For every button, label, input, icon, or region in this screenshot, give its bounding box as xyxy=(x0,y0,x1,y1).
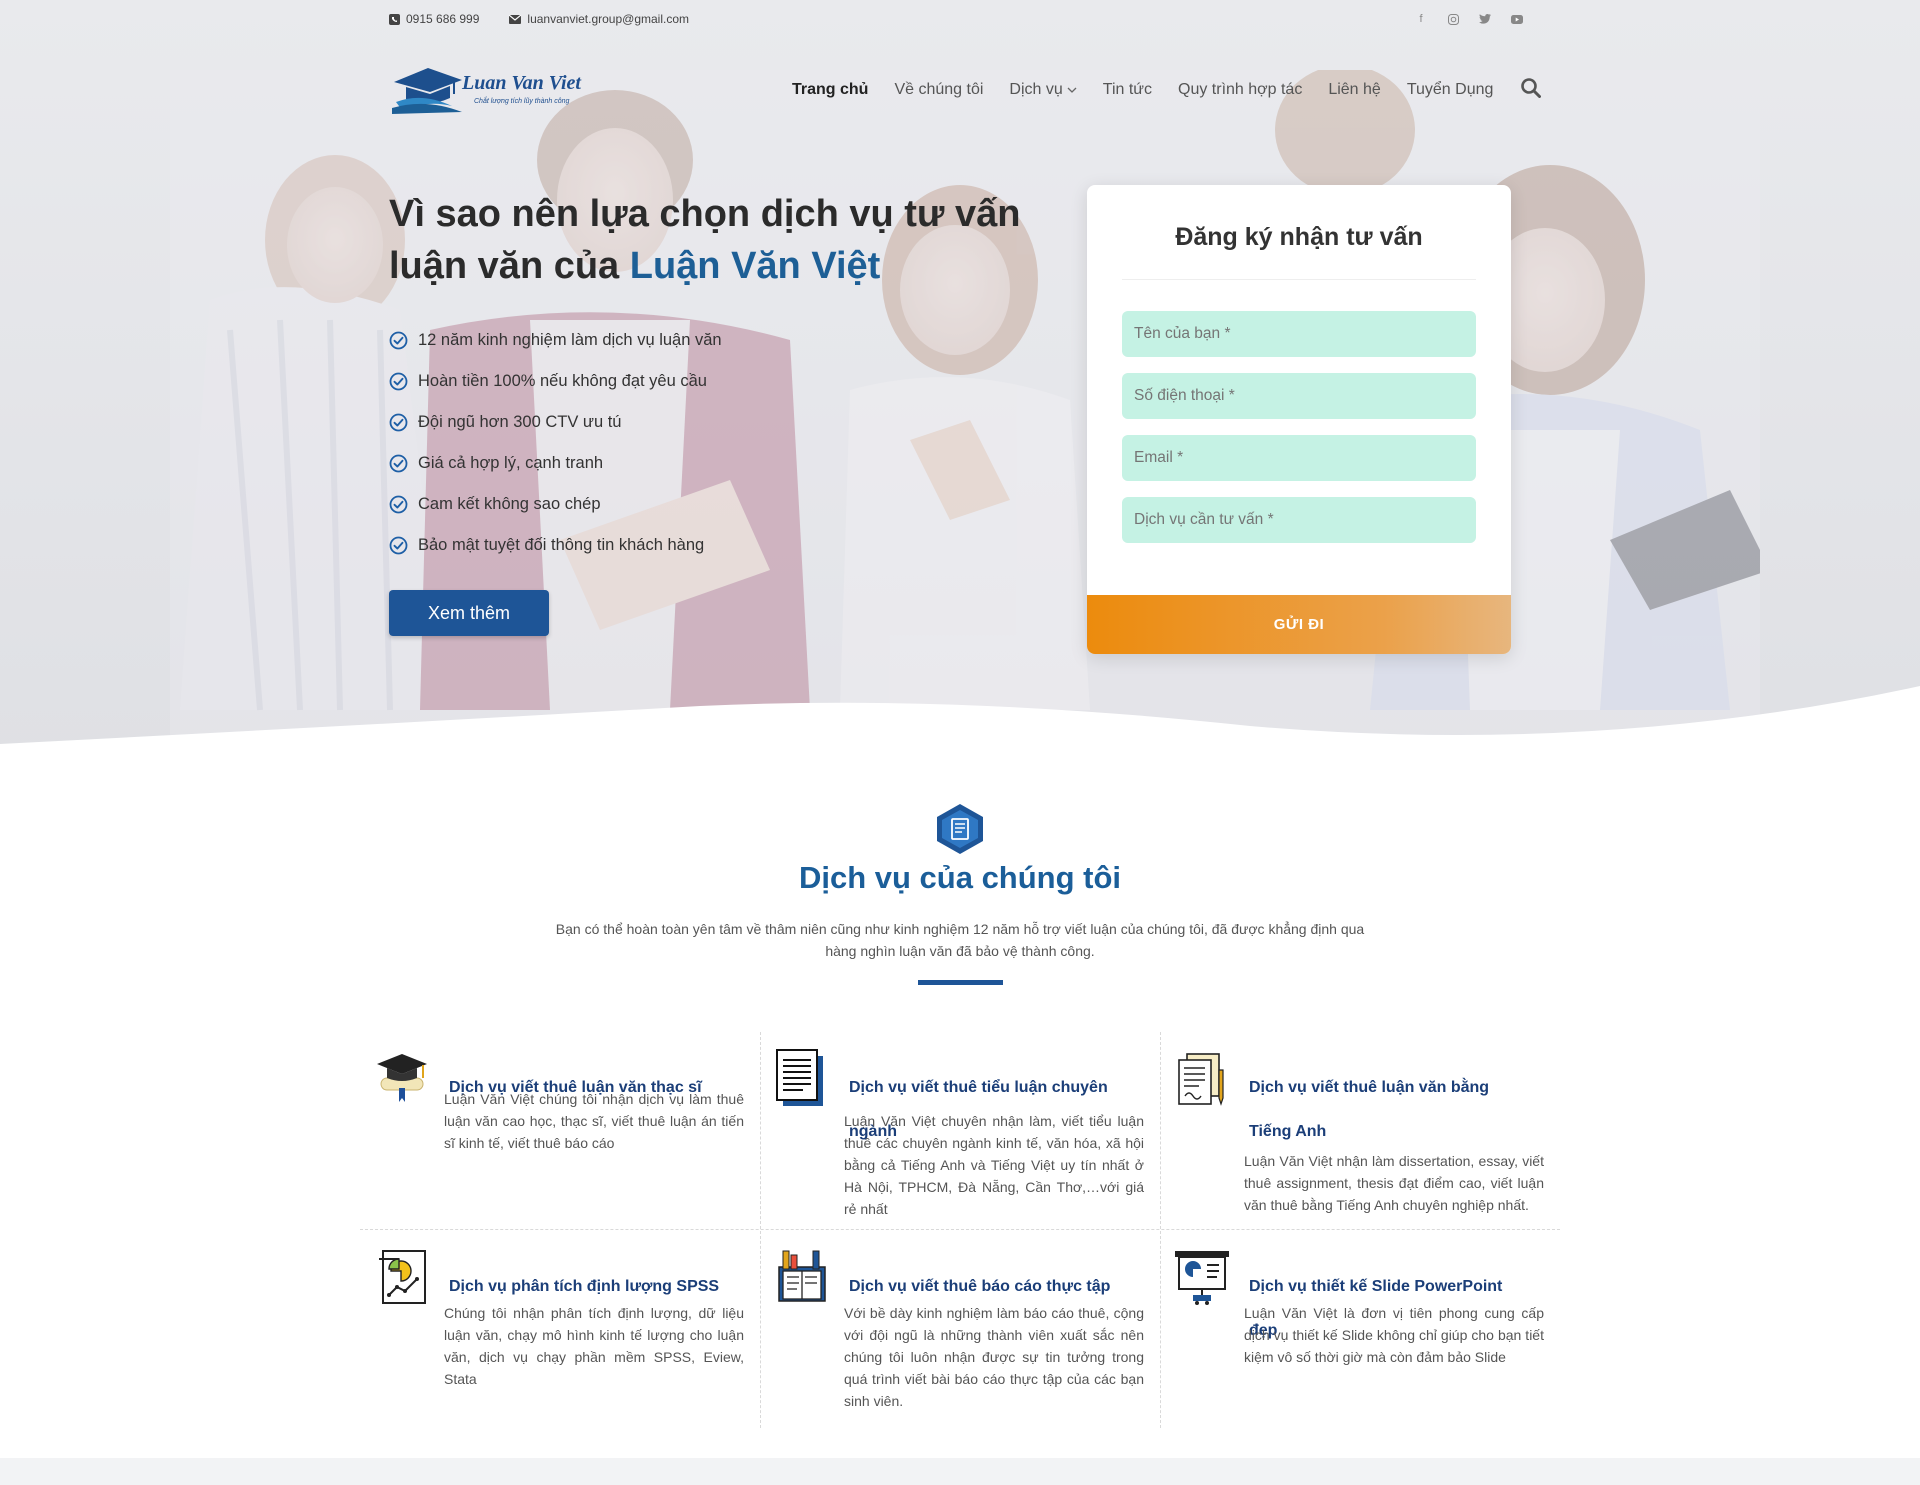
phone-contact[interactable]: 0915 686 999 xyxy=(389,12,479,26)
feature-item: Cam kết không sao chép xyxy=(389,484,722,525)
service-input[interactable] xyxy=(1122,497,1476,543)
hero-title-brand: Luận Văn Việt xyxy=(629,245,881,287)
social-links: f xyxy=(1414,12,1524,26)
form-divider xyxy=(1122,279,1476,280)
graduation-cap-icon xyxy=(373,1048,431,1108)
service-card-text: Luận Văn Việt nhận làm dissertation, ess… xyxy=(1244,1153,1544,1213)
instagram-icon[interactable] xyxy=(1446,12,1460,26)
grid-divider xyxy=(360,1229,1560,1230)
nav-item-news[interactable]: Tin tức xyxy=(1103,81,1152,99)
feature-item: Hoàn tiền 100% nếu không đạt yêu cầu xyxy=(389,361,722,402)
grid-divider xyxy=(760,1032,761,1428)
services-underline xyxy=(918,980,1003,985)
nav-item-home[interactable]: Trang chủ xyxy=(792,81,868,99)
feature-item: Đội ngũ hơn 300 CTV ưu tú xyxy=(389,402,722,443)
nav-item-contact[interactable]: Liên hệ xyxy=(1328,81,1381,99)
consultation-form: Đăng ký nhận tư vấn GỬI ĐI xyxy=(1087,185,1511,654)
grid-divider xyxy=(1160,1032,1161,1428)
feature-item: Giá cả hợp lý, cạnh tranh xyxy=(389,443,722,484)
hero-title: Vì sao nên lựa chọn dịch vụ tư vấn luận … xyxy=(389,188,1029,292)
envelope-icon xyxy=(509,14,522,24)
footer-strip xyxy=(0,1458,1920,1485)
feature-list: 12 năm kinh nghiệm làm dịch vụ luận văn H… xyxy=(389,320,722,566)
check-circle-icon xyxy=(389,536,408,555)
nav-item-services-label: Dịch vụ xyxy=(1009,81,1063,98)
email-address: luanvanviet.group@gmail.com xyxy=(527,12,690,26)
youtube-icon[interactable] xyxy=(1510,12,1524,26)
feature-item: 12 năm kinh nghiệm làm dịch vụ luận văn xyxy=(389,320,722,361)
feature-item: Bảo mật tuyệt đối thông tin khách hàng xyxy=(389,525,722,566)
phone-icon xyxy=(389,13,400,25)
name-input[interactable] xyxy=(1122,311,1476,357)
main-navigation: Trang chủ Về chúng tôi Dịch vụ Tin tức Q… xyxy=(792,77,1542,103)
nav-item-services[interactable]: Dịch vụ xyxy=(1009,81,1077,99)
presentation-icon xyxy=(1173,1247,1231,1307)
services-description: Bạn có thể hoàn toàn yên tâm về thâm niê… xyxy=(555,921,1365,959)
check-circle-icon xyxy=(389,372,408,391)
books-icon xyxy=(773,1247,831,1307)
hero-section xyxy=(0,0,1920,766)
feature-text: Bảo mật tuyệt đối thông tin khách hàng xyxy=(418,536,705,554)
document-icon xyxy=(773,1048,831,1108)
submit-button[interactable]: GỬI ĐI xyxy=(1087,595,1511,654)
site-logo[interactable]: Luan Van Viet Chắt lượng tích lũy thành … xyxy=(392,62,592,114)
logo-emblem xyxy=(392,68,462,114)
logo-tagline: Chắt lượng tích lũy thành công xyxy=(474,98,570,105)
document-hexagon-icon xyxy=(937,804,983,854)
nav-item-process[interactable]: Quy trình hợp tác xyxy=(1178,81,1302,99)
facebook-icon[interactable]: f xyxy=(1414,12,1428,26)
chart-report-icon xyxy=(373,1247,431,1307)
see-more-button[interactable]: Xem thêm xyxy=(389,590,549,636)
search-icon[interactable] xyxy=(1521,77,1542,103)
chevron-down-icon xyxy=(1067,87,1077,93)
hero-wave xyxy=(0,686,1920,766)
check-circle-icon xyxy=(389,454,408,473)
logo-wordmark: Luan Van Viet xyxy=(462,72,581,94)
twitter-icon[interactable] xyxy=(1478,12,1492,26)
services-title: Dịch vụ của chúng tôi xyxy=(798,860,1122,895)
check-circle-icon xyxy=(389,413,408,432)
form-title: Đăng ký nhận tư vấn xyxy=(1175,223,1423,251)
nav-item-about[interactable]: Về chúng tôi xyxy=(894,81,983,99)
feature-text: Giá cả hợp lý, cạnh tranh xyxy=(418,454,604,472)
service-card-text: Với bề dày kinh nghiệm làm báo cáo thuê,… xyxy=(844,1305,1144,1409)
feature-text: 12 năm kinh nghiệm làm dịch vụ luận văn xyxy=(418,331,722,349)
phone-input[interactable] xyxy=(1122,373,1476,419)
feature-text: Đội ngũ hơn 300 CTV ưu tú xyxy=(418,413,622,431)
check-circle-icon xyxy=(389,495,408,514)
service-card-text: Luận Văn Việt chuyên nhận làm, viết tiểu… xyxy=(844,1113,1144,1217)
service-card-text: Chúng tôi nhận phân tích định lượng, dữ … xyxy=(444,1305,744,1387)
nav-item-careers[interactable]: Tuyển Dụng xyxy=(1407,81,1494,99)
phone-number: 0915 686 999 xyxy=(406,12,480,26)
feature-text: Hoàn tiền 100% nếu không đạt yêu cầu xyxy=(418,372,707,390)
papers-pen-icon xyxy=(1173,1048,1231,1108)
email-input[interactable] xyxy=(1122,435,1476,481)
check-circle-icon xyxy=(389,331,408,350)
email-contact[interactable]: luanvanviet.group@gmail.com xyxy=(509,12,689,26)
service-card-title[interactable]: Dịch vụ viết thuê luận văn bằng Tiếng An… xyxy=(1249,1066,1529,1154)
feature-text: Cam kết không sao chép xyxy=(418,495,601,513)
top-bar: 0915 686 999 luanvanviet.group@gmail.com… xyxy=(389,8,1524,30)
service-card-text: Luận Văn Việt chúng tôi nhận dịch vụ làm… xyxy=(444,1091,744,1151)
service-card-text: Luận Văn Việt là đơn vị tiên phong cung … xyxy=(1244,1305,1544,1365)
